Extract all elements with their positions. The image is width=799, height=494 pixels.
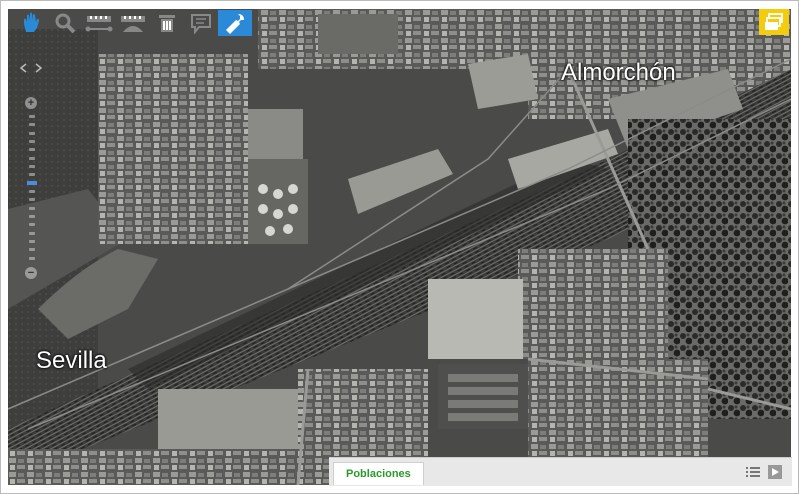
zoom-tick [29,206,35,210]
comment-button[interactable] [184,10,218,36]
measure-distance-icon [85,16,113,32]
zoom-tick [29,123,35,127]
zoom-tick [29,140,35,143]
zoom-tick [29,215,35,218]
pan-left-icon[interactable] [19,63,29,73]
zoom-tick [29,156,35,160]
map-viewer-frame: Almorchón Sevilla + − Poblaciones [0,0,799,494]
tab-poblaciones[interactable]: Poblaciones [333,462,424,485]
layers-button[interactable] [759,9,789,35]
place-label-sevilla: Sevilla [36,347,107,374]
zoom-tick [29,131,35,135]
wrench-tools-icon [226,14,244,34]
play-icon[interactable] [767,464,783,480]
pan-right-icon[interactable] [33,63,43,73]
delete-button[interactable] [150,10,184,36]
zoom-tick [29,190,35,193]
zoom-tool-button[interactable] [48,10,82,36]
zoom-tick [29,165,35,168]
zoom-tick [29,148,35,152]
map-toolbar [14,10,252,36]
zoom-slider[interactable] [27,115,37,265]
zoom-tick [29,223,35,227]
zoom-in-button[interactable]: + [25,97,37,109]
measure-area-button[interactable] [116,10,150,36]
zoom-tick [29,240,35,243]
pan-hand-icon [24,12,39,32]
list-icon[interactable] [745,464,761,480]
zoom-tick [29,173,35,177]
zoom-tick [29,231,35,235]
bottom-panel: Poblaciones [329,457,792,486]
place-label-almorchon: Almorchón [561,59,676,86]
delete-trash-icon [159,15,175,32]
tools-button[interactable] [218,10,252,36]
layers-icon [765,13,783,30]
aerial-photo-map[interactable]: Almorchón Sevilla [8,9,791,485]
zoom-control: + − [19,59,49,289]
comment-icon [191,14,211,34]
zoom-tick [29,256,35,260]
zoom-tick [29,248,35,252]
zoom-slider-handle[interactable] [27,180,37,185]
pan-tool-button[interactable] [14,10,48,36]
zoom-out-button[interactable]: − [25,267,37,279]
zoom-search-icon [55,13,76,34]
measure-area-icon [121,16,145,32]
zoom-tick [29,198,35,202]
measure-distance-button[interactable] [82,10,116,36]
zoom-tick [29,115,35,118]
